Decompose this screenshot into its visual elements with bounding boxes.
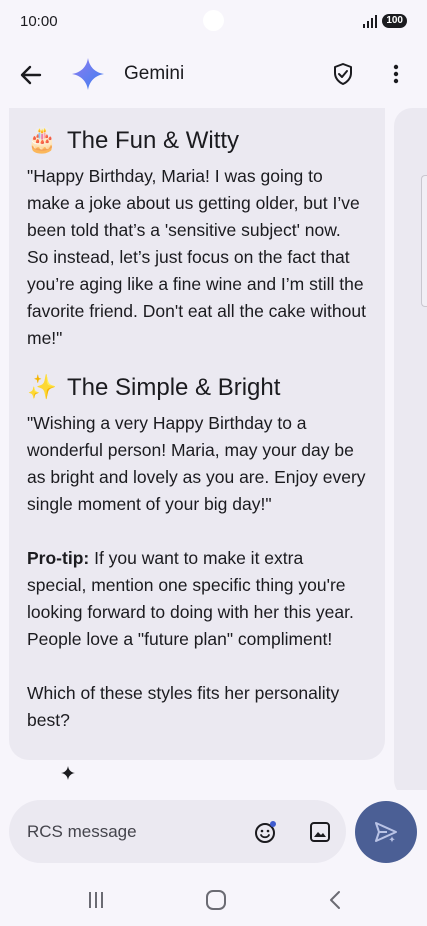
section-text: "Happy Birthday, Maria! I was going to m…	[27, 166, 366, 348]
more-vert-icon[interactable]	[384, 61, 408, 87]
section-title: The Fun & Witty	[67, 126, 240, 154]
chat-area[interactable]: 🎂 The Fun & Witty "Happy Birthday, Maria…	[0, 108, 427, 790]
compose-bar	[9, 800, 346, 863]
closing-question: Which of these styles fits her personali…	[27, 683, 340, 730]
system-nav-bar	[0, 876, 427, 926]
status-icons: 100	[362, 14, 407, 28]
back-arrow-icon[interactable]	[18, 62, 44, 88]
signal-icon	[363, 15, 378, 28]
send-icon	[375, 822, 397, 843]
sparkle-icon[interactable]	[60, 765, 76, 781]
emoji-icon[interactable]	[253, 819, 279, 845]
battery-icon: 100	[382, 14, 407, 28]
section-heading-simple: ✨ The Simple & Bright	[27, 373, 367, 402]
section-heading-fun: 🎂 The Fun & Witty	[27, 126, 367, 155]
send-button[interactable]	[355, 801, 417, 863]
image-icon[interactable]	[307, 819, 333, 845]
cake-emoji: 🎂	[27, 127, 57, 154]
protip-paragraph: Pro-tip: If you want to make it extra sp…	[27, 545, 367, 653]
nav-back-icon[interactable]	[326, 889, 344, 911]
home-icon[interactable]	[205, 889, 227, 911]
section-text: "Wishing a very Happy Birthday to a wond…	[27, 413, 366, 514]
status-time: 10:00	[20, 12, 58, 30]
gemini-sparkle-icon	[72, 58, 104, 90]
message-bubble[interactable]: 🎂 The Fun & Witty "Happy Birthday, Maria…	[9, 108, 385, 760]
recent-apps-icon[interactable]	[86, 890, 106, 910]
edge-panel-handle[interactable]	[421, 175, 427, 307]
sparkles-emoji: ✨	[27, 374, 57, 401]
app-bar: Gemini	[0, 50, 427, 98]
camera-cutout	[203, 10, 224, 31]
shield-check-icon[interactable]	[330, 61, 356, 87]
protip-label: Pro-tip:	[27, 548, 90, 568]
section-title: The Simple & Bright	[67, 373, 281, 401]
message-input[interactable]	[27, 820, 227, 844]
conversation-title[interactable]: Gemini	[124, 63, 184, 85]
